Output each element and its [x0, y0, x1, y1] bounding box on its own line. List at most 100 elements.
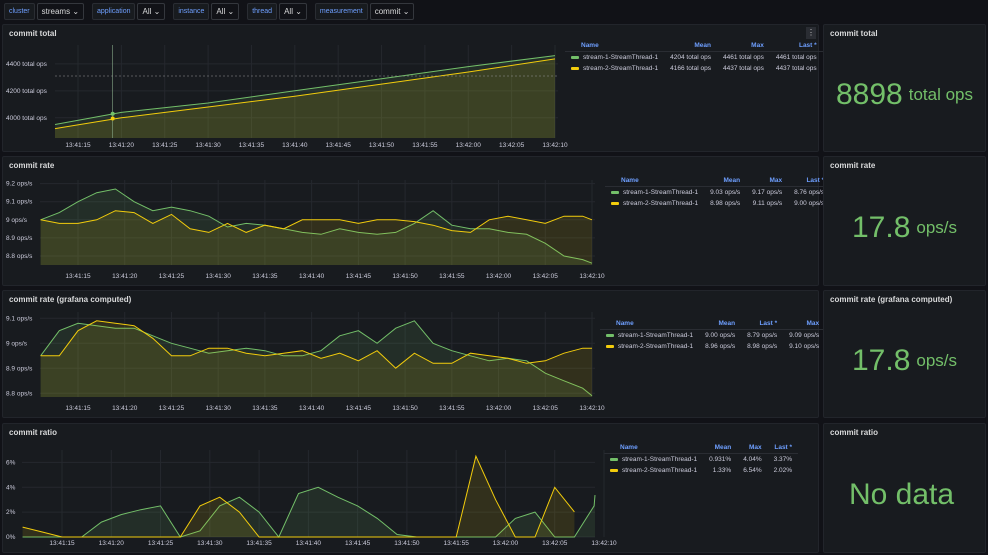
variable-value: commit — [374, 7, 401, 16]
variable-label: cluster — [4, 3, 35, 20]
stat-title[interactable]: commit rate (grafana computed) — [830, 295, 952, 304]
legend-header[interactable]: Name — [565, 40, 665, 52]
legend-cell: 2.02% — [773, 467, 793, 474]
legend-header[interactable]: Mean — [664, 40, 717, 52]
stat-panel: commit rate 17.8 ops/s — [823, 156, 986, 286]
legend-cell: stream-2-StreamThread-1 — [583, 65, 659, 72]
legend-cell: 1.33% — [712, 467, 732, 474]
stat-panel: commit total 8898 total ops — [823, 24, 986, 152]
legend-table: Name Mean Last * Max stream-1-StreamThread-1… — [600, 318, 826, 352]
timeseries-panel: commit rate (grafana computed) — [2, 290, 819, 418]
legend-cell: 8.76 ops/s — [794, 189, 825, 196]
legend-header[interactable]: Last * — [769, 40, 823, 52]
legend-header[interactable]: Max — [737, 442, 768, 454]
legend-cell: 9.00 ops/s — [794, 200, 825, 207]
variable-select[interactable]: commit ⌄ — [369, 3, 415, 20]
legend-header[interactable]: Mean — [703, 442, 738, 454]
variable-value: All — [216, 7, 226, 16]
panel-title[interactable]: commit ratio — [9, 428, 57, 437]
variable-label: instance — [173, 3, 210, 20]
legend-cell: stream-1-StreamThread-1 — [623, 189, 699, 196]
legend-cell: 8.96 ops/s — [705, 343, 736, 350]
legend-cell: 9.11 ops/s — [752, 200, 783, 207]
legend-cell: 8.98 ops/s — [710, 200, 741, 207]
stat-value: 8898 total ops — [824, 39, 985, 151]
legend-row[interactable]: stream-1-StreamThread-1 9.00 ops/s 8.79 op… — [600, 330, 825, 342]
legend-row[interactable]: stream-2-StreamThread-1 1.33% 6.54% 2.02% — [604, 465, 798, 476]
chevron-down-icon: ⌄ — [72, 7, 80, 16]
legend-cell: 4437 total ops — [775, 65, 817, 72]
variable-application: application All ⌄ — [92, 3, 166, 20]
legend-cell: stream-2-StreamThread-1 — [623, 200, 699, 207]
stat-title[interactable]: commit total — [830, 29, 878, 38]
legend-cell: 9.10 ops/s — [789, 343, 820, 350]
legend-cell: 4166 total ops — [670, 65, 711, 72]
variable-cluster: cluster streams ⌄ — [4, 3, 85, 20]
legend-row[interactable]: stream-2-StreamThread-1 4166 total ops 443… — [565, 63, 823, 74]
legend-header[interactable]: Max — [746, 175, 789, 187]
legend-header[interactable]: Last * — [767, 442, 799, 454]
legend-header[interactable]: Name — [600, 318, 700, 330]
legend-row[interactable]: stream-2-StreamThread-1 8.98 ops/s 9.11 op… — [605, 198, 830, 209]
chevron-down-icon: ⌄ — [227, 7, 235, 16]
legend-header[interactable]: Last * — [741, 318, 784, 330]
legend-cell: stream-1-StreamThread-1 — [618, 332, 694, 339]
legend-header[interactable]: Name — [604, 442, 704, 454]
legend-cell: 8.79 ops/s — [747, 332, 778, 339]
legend-cell: 9.00 ops/s — [705, 332, 736, 339]
chevron-down-icon: ⌄ — [153, 7, 161, 16]
stat-value: No data — [824, 438, 985, 552]
series-color-swatch — [610, 457, 618, 461]
legend-row[interactable]: stream-1-StreamThread-1 0.931% 4.04% 3.37% — [604, 454, 798, 466]
variable-select[interactable]: All ⌄ — [279, 3, 307, 20]
stat-number: 8898 — [835, 78, 903, 111]
stat-panel: commit ratio No data — [823, 423, 986, 553]
legend-row[interactable]: stream-2-StreamThread-1 8.96 ops/s 8.98 op… — [600, 341, 825, 352]
legend-cell: 9.09 ops/s — [789, 332, 820, 339]
legend-row[interactable]: stream-1-StreamThread-1 4204 total ops 446… — [565, 52, 823, 64]
variable-thread: thread All ⌄ — [247, 3, 307, 20]
stat-unit: total ops — [908, 85, 973, 104]
legend-cell: 9.17 ops/s — [752, 189, 783, 196]
series-color-swatch — [611, 190, 619, 194]
chevron-down-icon: ⌄ — [295, 7, 302, 16]
variable-instance: instance All ⌄ — [173, 3, 240, 20]
legend-cell: 6.54% — [743, 467, 762, 474]
panel-title[interactable]: commit total — [9, 29, 57, 38]
legend-header[interactable]: Max — [783, 318, 826, 330]
legend-table: Name Mean Max Last * stream-1-StreamThread-1… — [565, 40, 823, 74]
legend-header[interactable]: Name — [605, 175, 705, 187]
variable-select[interactable]: All ⌄ — [137, 3, 166, 20]
stat-panel: commit rate (grafana computed) 17.8 ops/s — [823, 290, 986, 418]
variable-measurement: measurement commit ⌄ — [314, 3, 415, 20]
variable-value: All — [142, 7, 152, 16]
variable-label: application — [92, 3, 136, 20]
panel-title[interactable]: commit rate — [9, 161, 54, 170]
variable-bar: cluster streams ⌄ application All ⌄ inst… — [4, 3, 418, 20]
variable-select[interactable]: streams ⌄ — [36, 3, 85, 20]
legend-cell: stream-2-StreamThread-1 — [618, 343, 694, 350]
legend-header[interactable]: Mean — [699, 318, 742, 330]
stat-title[interactable]: commit rate — [830, 161, 875, 170]
series-color-swatch — [571, 55, 579, 59]
legend-cell: stream-2-StreamThread-1 — [622, 467, 698, 474]
legend-table: Name Mean Max Last * stream-1-StreamThread-1… — [604, 442, 799, 476]
panel-title[interactable]: commit rate (grafana computed) — [9, 295, 131, 304]
variable-label: thread — [247, 3, 278, 20]
legend-header[interactable]: Mean — [704, 175, 747, 187]
stat-number: No data — [848, 478, 955, 511]
panel-menu-icon[interactable]: ⋮ — [806, 27, 816, 39]
variable-select[interactable]: All ⌄ — [211, 3, 240, 20]
series-color-swatch — [571, 66, 579, 70]
series-color-swatch — [606, 333, 614, 337]
legend-cell: stream-1-StreamThread-1 — [583, 54, 659, 61]
stat-unit: ops/s — [916, 218, 958, 237]
legend-header[interactable]: Max — [716, 40, 770, 52]
legend-cell: 8.98 ops/s — [747, 343, 778, 350]
variable-value: All — [284, 7, 293, 16]
legend-row[interactable]: stream-1-StreamThread-1 9.03 ops/s 9.17 op… — [605, 187, 830, 199]
stat-title[interactable]: commit ratio — [830, 428, 878, 437]
variable-label: measurement — [314, 3, 368, 20]
chevron-down-icon: ⌄ — [402, 7, 410, 16]
stat-number: 17.8 — [851, 344, 911, 377]
